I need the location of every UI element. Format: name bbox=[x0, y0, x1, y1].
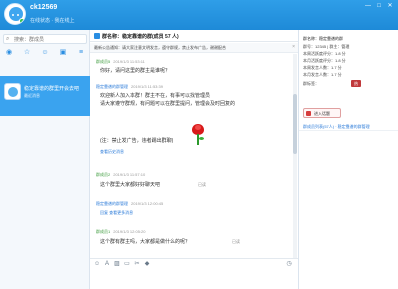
message-time: 2019/1/3 11:53:11 bbox=[113, 59, 145, 64]
topic-icon bbox=[306, 111, 311, 116]
group-name: 群名称：稳定靠谱的群 bbox=[303, 36, 343, 41]
sender-name[interactable]: 群成员2 bbox=[96, 172, 110, 177]
message-text: 你好，请问这里的群主是谁呢？ bbox=[100, 68, 171, 74]
message-time: 2019/1/3 11:53:39 bbox=[131, 84, 163, 89]
rose-petal bbox=[195, 125, 201, 130]
enter-topic-button[interactable]: 进入话题 bbox=[303, 108, 341, 118]
rose-leaf bbox=[199, 137, 204, 140]
sender-name[interactable]: 群成员1 bbox=[96, 229, 110, 234]
close-button[interactable]: ✕ bbox=[386, 3, 394, 10]
online-status-dot bbox=[19, 18, 25, 24]
message-link[interactable]: 回复 查看更多消息 bbox=[100, 210, 133, 216]
conversation-name: 稳定靠谱的群里开会去吧 bbox=[24, 86, 80, 92]
enter-topic-label: 进入话题 bbox=[314, 111, 330, 116]
message-input[interactable] bbox=[90, 268, 298, 289]
chat-title[interactable]: 群名称：稳定靠谱的群(成员 57 人) bbox=[102, 33, 179, 40]
gift-icon[interactable]: ◆ bbox=[144, 261, 150, 267]
more-icon[interactable]: ≡ bbox=[76, 48, 86, 58]
star-icon[interactable]: ☆ bbox=[22, 48, 32, 58]
font-icon[interactable]: A bbox=[104, 261, 110, 267]
announcement-text: 最新公告通知：请大家注意文明发言，遵守群规，禁止发布广告，谢谢配合 bbox=[94, 45, 226, 50]
conversation-preview: 最近消息 bbox=[24, 93, 40, 98]
group-info-panel: 群名称：稳定靠谱的群 群号：12345 | 群主：管理 本周活跃度评分：1.8 … bbox=[298, 30, 398, 289]
message-time: 2019/1/3 12:00:45 bbox=[131, 201, 164, 206]
read-receipt: 已读 bbox=[232, 239, 240, 244]
minimize-button[interactable]: — bbox=[364, 3, 372, 10]
close-icon[interactable]: × bbox=[292, 44, 295, 50]
read-receipt: 已读 bbox=[198, 182, 206, 187]
scissors-icon[interactable]: ✂ bbox=[134, 261, 140, 267]
message-header: 稳定靠谱的群管理 2019/1/3 12:00:45 bbox=[96, 201, 163, 207]
message-scrollbar[interactable] bbox=[293, 54, 297, 258]
sender-name[interactable]: 稳定靠谱的群管理 bbox=[96, 84, 128, 89]
message-header: 群成员1 2019/1/3 12:05:20 bbox=[96, 229, 146, 235]
folder-icon[interactable]: ▭ bbox=[124, 261, 130, 267]
group-avatar bbox=[4, 83, 21, 100]
message-link[interactable]: 查看历史消息 bbox=[100, 149, 124, 155]
title-bar: ck12569 在线状态 · 我在线上 — □ ✕ bbox=[0, 0, 398, 30]
message-text: 欢迎新人加入本群！群主不在，有事可以找管理员 bbox=[100, 93, 211, 99]
info-line: 本月发言人数：1.7 分 bbox=[303, 72, 342, 77]
chat-panel: 群名称：稳定靠谱的群(成员 57 人) 最新公告通知：请大家注意文明发言，遵守群… bbox=[90, 30, 298, 289]
user-status[interactable]: 在线状态 · 我在线上 bbox=[30, 17, 74, 24]
sidebar-tabs: ◉ ☆ ☺ ▣ ≡ bbox=[0, 47, 90, 59]
info-line: 本周发言人数：1.7 分 bbox=[303, 65, 342, 70]
input-toolbar: ☺ A ▨ ▭ ✂ ◆ ◷ bbox=[90, 258, 298, 268]
announcement-bar[interactable]: 最新公告通知：请大家注意文明发言，遵守群规，禁止发布广告，谢谢配合 × bbox=[90, 43, 298, 53]
message-list: 群成员5 2019/1/3 11:53:11 你好，请问这里的群主是谁呢？ 稳定靠… bbox=[90, 54, 292, 258]
group-icon[interactable]: ▣ bbox=[58, 48, 68, 58]
user-avatar[interactable] bbox=[4, 3, 26, 25]
conversation-item-active[interactable]: 稳定靠谱的群里开会去吧 最近消息 bbox=[0, 76, 90, 116]
username[interactable]: ck12569 bbox=[30, 4, 57, 11]
group-tags-label: 群标签： bbox=[303, 81, 319, 86]
avatar-eye bbox=[12, 14, 14, 16]
scrollbar-thumb[interactable] bbox=[293, 94, 297, 154]
message-text: (注：禁止发广告，违者踢出群聊) bbox=[100, 138, 174, 144]
chat-bubble-icon[interactable]: ◉ bbox=[4, 48, 14, 58]
maximize-button[interactable]: □ bbox=[375, 3, 383, 10]
message-header: 群成员2 2019/1/3 11:57:10 bbox=[96, 172, 145, 178]
info-line: 本周活跃度评分：1.8 分 bbox=[303, 51, 346, 56]
sender-name[interactable]: 群成员5 bbox=[96, 59, 110, 64]
sender-name[interactable]: 稳定靠谱的群管理 bbox=[96, 201, 128, 206]
message-header: 群成员5 2019/1/3 11:53:11 bbox=[96, 59, 145, 65]
sidebar: ⌕ ◉ ☆ ☺ ▣ ≡ 稳定靠谱的群里开会去吧 最近消息 bbox=[0, 30, 90, 289]
divider bbox=[299, 130, 398, 131]
search-input[interactable] bbox=[14, 36, 84, 43]
rose-emoji bbox=[190, 124, 206, 146]
group-id: 群号：12345 | 群主：管理 bbox=[303, 44, 350, 49]
contacts-icon[interactable]: ☺ bbox=[40, 48, 50, 58]
group-people-icon bbox=[8, 87, 18, 97]
chat-header: 群名称：稳定靠谱的群(成员 57 人) bbox=[90, 30, 298, 42]
group-icon bbox=[94, 33, 100, 39]
message-text: 这个群里大家都好好聊天吧 bbox=[100, 182, 161, 188]
image-icon[interactable]: ▨ bbox=[114, 261, 120, 267]
emoji-icon[interactable]: ☺ bbox=[94, 261, 100, 267]
message-text: 这个群有群主吗，大家都是做什么的呢？ bbox=[100, 239, 191, 245]
message-header: 稳定靠谱的群管理 2019/1/3 11:53:39 bbox=[96, 84, 163, 90]
message-text: 请大家遵守群规，有问题可以在群里提问，管理会及时回复的 bbox=[100, 101, 236, 107]
message-time: 2019/1/3 11:57:10 bbox=[113, 172, 146, 177]
search-box[interactable]: ⌕ bbox=[3, 34, 87, 44]
message-time: 2019/1/3 12:05:20 bbox=[113, 229, 146, 234]
search-icon: ⌕ bbox=[6, 36, 10, 42]
info-line: 本月活跃度评分：1.8 分 bbox=[303, 58, 346, 63]
avatar-eye bbox=[17, 14, 19, 16]
tag-badge[interactable]: 热 bbox=[351, 80, 361, 87]
history-icon[interactable]: ◷ bbox=[286, 261, 292, 267]
